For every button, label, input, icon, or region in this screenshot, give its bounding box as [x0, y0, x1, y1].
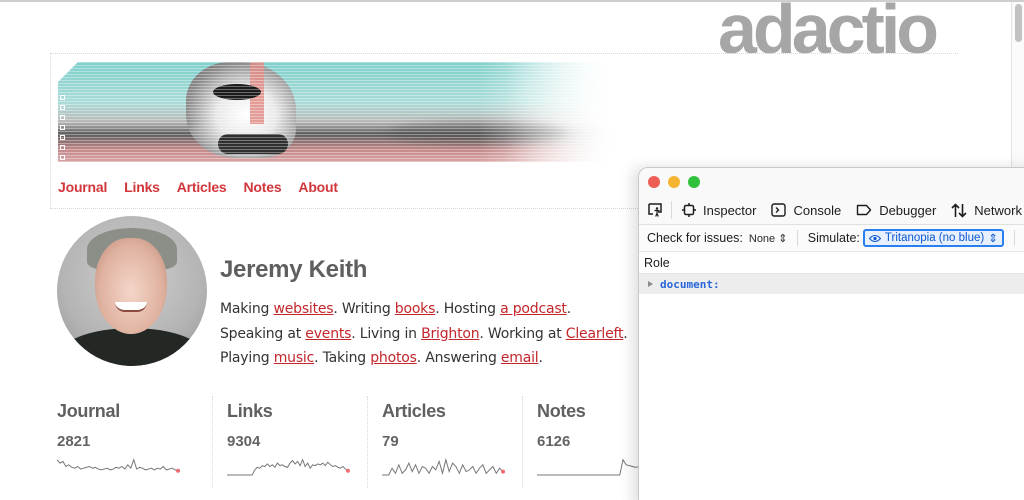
- stat-journal[interactable]: Journal 2821: [57, 396, 212, 488]
- stat-title: Articles: [382, 401, 446, 421]
- check-issues-select[interactable]: None ⇕: [749, 232, 788, 245]
- simulate-select[interactable]: Tritanopia (no blue) ⇕: [862, 229, 1004, 247]
- tree-node-label: document:: [660, 277, 720, 291]
- tab-label: Inspector: [703, 202, 757, 218]
- expand-triangle-icon[interactable]: [648, 281, 653, 287]
- main-nav: Journal Links Articles Notes About: [58, 179, 355, 195]
- bio-link-websites[interactable]: websites: [273, 301, 333, 317]
- stat-count: 2821: [57, 433, 91, 450]
- tab-console[interactable]: Console: [771, 203, 841, 218]
- bio-text: Playing: [220, 350, 274, 366]
- header-banner-image: [58, 62, 618, 162]
- network-icon: [951, 202, 967, 218]
- console-icon: [771, 203, 787, 217]
- minimize-window-button[interactable]: [668, 176, 680, 188]
- tree-row-document[interactable]: document:: [639, 274, 1024, 294]
- bio-link-clearleft[interactable]: Clearleft: [566, 326, 624, 342]
- nav-notes[interactable]: Notes: [244, 179, 282, 195]
- debugger-icon: [856, 204, 872, 216]
- sparkline-path: [382, 457, 504, 476]
- close-window-button[interactable]: [648, 176, 660, 188]
- nav-about[interactable]: About: [298, 179, 338, 195]
- eye-icon: [868, 234, 881, 243]
- nav-links[interactable]: Links: [124, 179, 160, 195]
- sparkline-path: [227, 458, 349, 476]
- devtools-toolbar: Inspector Console Debugger Network: [639, 196, 1024, 225]
- tab-label: Network: [974, 202, 1022, 218]
- bio-link-brighton[interactable]: Brighton: [421, 326, 480, 342]
- check-issues-label: Check for issues:: [647, 231, 743, 245]
- bio-text: . Hosting: [435, 301, 501, 317]
- bio-text: . Writing: [333, 301, 395, 317]
- bio-link-books[interactable]: books: [395, 301, 436, 317]
- profile-bio: Making websites. Writing books. Hosting …: [220, 297, 628, 371]
- scrollbar-thumb[interactable]: [1015, 4, 1022, 42]
- tab-debugger[interactable]: Debugger: [856, 203, 936, 218]
- bio-link-email[interactable]: email: [501, 350, 539, 366]
- stat-links[interactable]: Links 9304: [212, 396, 367, 488]
- tab-label: Console: [793, 202, 842, 218]
- bio-link-photos[interactable]: photos: [370, 350, 417, 366]
- bio-link-a-podcast[interactable]: a podcast: [500, 301, 567, 317]
- bio-text: . Working at: [479, 325, 566, 342]
- select-arrows-icon: ⇕: [778, 232, 788, 245]
- devtools-window: Inspector Console Debugger Network Check…: [638, 167, 1024, 500]
- sparkline-end-dot: [501, 469, 505, 474]
- devtools-titlebar[interactable]: [639, 168, 1024, 196]
- role-column-header[interactable]: Role: [639, 252, 1024, 274]
- stat-count: 79: [382, 433, 399, 450]
- bio-text: .: [623, 325, 628, 342]
- accessibility-picker-icon[interactable]: [647, 202, 663, 218]
- sparkline-path: [57, 458, 179, 472]
- bio-text: Speaking at: [220, 325, 306, 342]
- select-arrows-icon: ⇕: [988, 233, 998, 245]
- sparkline: [227, 458, 350, 476]
- profile-name: Jeremy Keith: [220, 256, 368, 283]
- bio-text: . Taking: [314, 350, 371, 366]
- simulate-value: Tritanopia (no blue): [884, 232, 985, 244]
- nav-journal[interactable]: Journal: [58, 179, 107, 195]
- bio-text: Making: [220, 301, 274, 317]
- bio-text: . Living in: [351, 325, 422, 342]
- bio-text: .: [538, 350, 543, 366]
- stat-articles[interactable]: Articles 79: [367, 396, 522, 488]
- tab-network[interactable]: Network: [951, 203, 1022, 218]
- zoom-window-button[interactable]: [688, 176, 700, 188]
- bio-link-music[interactable]: music: [274, 350, 315, 366]
- banner-decoration: [60, 95, 66, 165]
- accessibility-filter-bar: Check for issues: None ⇕ Simulate: Trita…: [639, 225, 1024, 252]
- sparkline: [382, 457, 505, 476]
- stat-count: 9304: [227, 433, 261, 450]
- simulate-label: Simulate:: [807, 231, 860, 245]
- sparkline-end-dot: [176, 468, 180, 473]
- bio-line: Speaking at events. Living in Brighton. …: [220, 322, 628, 347]
- tab-label: Debugger: [879, 202, 937, 218]
- nav-articles[interactable]: Articles: [177, 179, 227, 195]
- bio-line: Making websites. Writing books. Hosting …: [220, 297, 628, 322]
- bio-link-events[interactable]: events: [305, 326, 351, 342]
- avatar: [57, 216, 207, 366]
- stats-row: Journal 2821 Links 9304 Articles 79 Note…: [57, 396, 677, 488]
- check-issues-value: None: [748, 232, 776, 245]
- stat-title: Journal: [57, 401, 120, 421]
- sparkline-end-dot: [346, 468, 350, 473]
- inspector-icon: [682, 203, 696, 217]
- stat-title: Links: [227, 401, 273, 421]
- bio-text: .: [566, 301, 571, 317]
- tab-inspector[interactable]: Inspector: [682, 203, 756, 218]
- bio-line: Playing music. Taking photos. Answering …: [220, 346, 628, 371]
- bio-text: . Answering: [416, 350, 501, 366]
- sparkline: [57, 458, 180, 473]
